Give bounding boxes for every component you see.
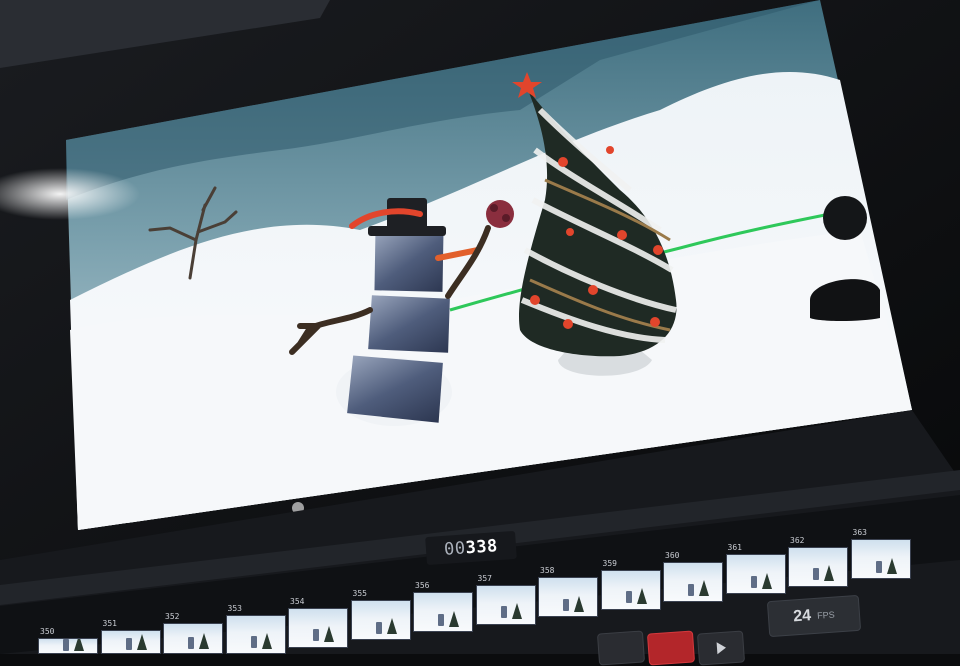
frame-number: 354: [290, 596, 305, 606]
rig-clamp: [823, 196, 867, 240]
fps-unit: FPS: [816, 609, 835, 621]
frame-number: 358: [540, 566, 555, 576]
frame-number: 360: [665, 551, 680, 560]
frame-thumbnail[interactable]: [413, 592, 473, 633]
frame-thumbnail[interactable]: [163, 622, 223, 654]
frame-number: 362: [790, 535, 805, 545]
frame-thumbnail[interactable]: [600, 569, 661, 610]
frame-number: 351: [102, 619, 117, 629]
frame-number: 357: [477, 573, 492, 583]
thumb-snowman: [625, 591, 632, 604]
frame-thumbnail[interactable]: [350, 600, 411, 640]
thumb-tree: [761, 572, 772, 589]
frame-thumbnail[interactable]: [850, 539, 911, 580]
record-button[interactable]: [646, 630, 696, 666]
thumb-snowman: [875, 560, 882, 573]
frame-thumbnail[interactable]: [725, 554, 786, 595]
fps-value: 24: [792, 607, 812, 626]
frame-thumbnail[interactable]: [225, 615, 286, 654]
monitor-photo: 350 351 352 353 354 355 356 357 358 359 360 361 362 3…: [0, 0, 960, 666]
play-icon: [716, 641, 727, 655]
play-button[interactable]: [696, 630, 746, 666]
step-back-button[interactable]: [596, 630, 646, 666]
frame-number: 359: [602, 558, 617, 568]
thumb-snowman: [375, 621, 382, 634]
thumb-tree: [74, 639, 85, 652]
frame-number: 352: [165, 611, 180, 621]
frame-thumbnail[interactable]: [538, 577, 598, 618]
thumb-tree: [824, 565, 835, 582]
frame-number: 355: [352, 589, 367, 598]
thumb-tree: [324, 626, 335, 643]
thumb-snowman: [250, 635, 257, 648]
thumb-tree: [574, 595, 585, 612]
thumb-tree: [136, 634, 147, 651]
frame-number: 361: [727, 543, 742, 553]
thumb-tree: [199, 633, 210, 650]
thumb-tree: [449, 610, 460, 627]
frame-thumbnail[interactable]: [100, 630, 161, 654]
thumb-tree: [386, 618, 397, 635]
frame-thumbnail[interactable]: [288, 607, 348, 648]
thumb-snowman: [688, 583, 695, 596]
frame-number: 363: [852, 528, 867, 538]
thumb-snowman: [63, 639, 70, 652]
thumb-tree: [636, 588, 647, 605]
thumb-snowman: [188, 636, 195, 649]
frame-counter-prefix: 00: [443, 538, 467, 560]
thumb-tree: [511, 603, 522, 620]
frame-number: 350: [40, 627, 55, 636]
thumb-snowman: [563, 598, 570, 611]
frame-thumbnail[interactable]: [38, 638, 98, 654]
thumb-tree: [261, 632, 272, 649]
frame-thumbnail[interactable]: [663, 562, 723, 602]
frame-thumbnail[interactable]: [788, 546, 848, 587]
thumb-snowman: [125, 637, 132, 650]
frame-counter-value: 338: [464, 536, 499, 559]
thumb-tree: [886, 557, 897, 574]
thumb-snowman: [313, 629, 320, 642]
frame-number: 356: [415, 581, 430, 591]
frame-thumbnail[interactable]: [475, 584, 536, 625]
thumb-tree: [699, 580, 710, 597]
thumb-snowman: [500, 606, 507, 619]
frame-number: 353: [227, 604, 242, 614]
fps-selector[interactable]: 24 FPS: [766, 594, 862, 638]
thumb-snowman: [813, 568, 820, 581]
thumb-snowman: [438, 614, 445, 627]
thumb-snowman: [750, 576, 757, 589]
